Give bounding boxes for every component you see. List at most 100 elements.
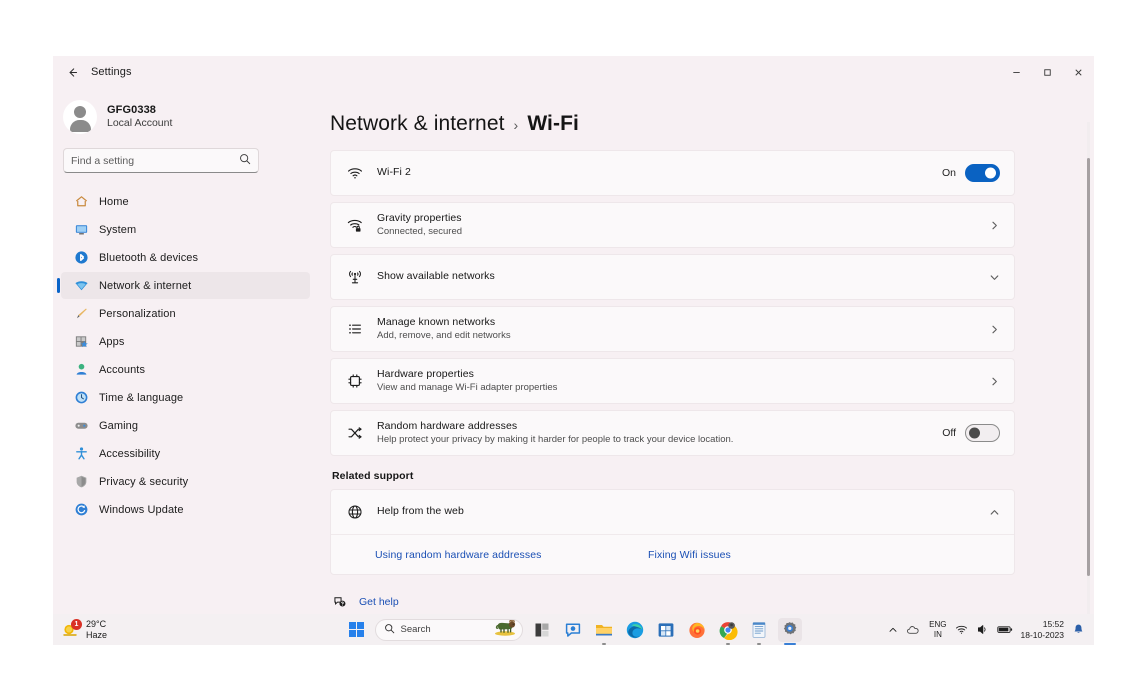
random-hardware-state: Off	[942, 427, 956, 439]
sun-haze-icon: 1	[61, 621, 79, 639]
sidebar-item-personalization[interactable]: Personalization	[61, 300, 310, 327]
account-block[interactable]: GFG0338 Local Account	[53, 92, 310, 142]
system-tray: ENG IN	[888, 619, 1094, 640]
taskbar-search-box[interactable]: Search	[375, 619, 523, 641]
microsoft-store-button[interactable]	[654, 618, 678, 642]
edge-icon	[625, 620, 645, 640]
help-link-random-hardware[interactable]: Using random hardware addresses	[375, 549, 648, 561]
running-indicator	[602, 643, 606, 645]
chevron-right-icon[interactable]	[988, 375, 1000, 387]
toggle-knob	[969, 428, 980, 439]
random-hardware-toggle[interactable]	[965, 424, 1000, 442]
start-button[interactable]	[346, 619, 368, 641]
globe-icon	[346, 503, 364, 521]
window-controls	[1001, 56, 1094, 88]
gravity-properties-text: Gravity properties Connected, secured	[377, 212, 975, 239]
sidebar-item-label: Accessibility	[99, 448, 160, 460]
weather-widget[interactable]: 1 29°C Haze	[53, 619, 213, 641]
maximize-button[interactable]	[1032, 56, 1063, 88]
gaming-icon	[73, 417, 90, 434]
file-explorer-button[interactable]	[592, 618, 616, 642]
back-button[interactable]	[57, 59, 87, 85]
known-networks-subtitle: Add, remove, and edit networks	[377, 330, 975, 342]
help-from-web-card: Help from the web	[330, 489, 1015, 575]
tray-wifi-button[interactable]	[955, 623, 968, 636]
desktop: Settings	[0, 0, 1147, 700]
known-networks-card: Manage known networks Add, remove, and e…	[330, 306, 1015, 352]
help-from-web-action	[988, 506, 1000, 518]
known-networks-text: Manage known networks Add, remove, and e…	[377, 316, 975, 343]
window-title: Settings	[91, 66, 132, 78]
sidebar-item-time-language[interactable]: Time & language	[61, 384, 310, 411]
sidebar-item-accounts[interactable]: Accounts	[61, 356, 310, 383]
help-from-web-row[interactable]: Help from the web	[331, 490, 1014, 534]
sidebar-item-bluetooth-devices[interactable]: Bluetooth & devices	[61, 244, 310, 271]
wifi-toggle-switch[interactable]	[965, 164, 1000, 182]
random-hardware-text: Random hardware addresses Help protect y…	[377, 420, 929, 447]
settings-window: Settings	[53, 56, 1094, 614]
sidebar-item-network-internet[interactable]: Network & internet	[61, 272, 310, 299]
tray-volume-button[interactable]	[976, 623, 989, 636]
window-body: GFG0338 Local Account	[53, 88, 1094, 614]
chevron-down-icon[interactable]	[988, 271, 1000, 283]
hardware-properties-row[interactable]: Hardware properties View and manage Wi-F…	[331, 359, 1014, 403]
close-button[interactable]	[1063, 56, 1094, 88]
sidebar-item-label: Windows Update	[99, 504, 184, 516]
edge-button[interactable]	[623, 618, 647, 642]
notification-button[interactable]	[1072, 623, 1085, 636]
language-indicator[interactable]: ENG IN	[929, 620, 946, 638]
chat-icon	[564, 621, 582, 639]
notepad-button[interactable]	[747, 618, 771, 642]
breadcrumb-current: Wi-Fi	[527, 112, 579, 136]
sidebar-item-label: Time & language	[99, 392, 183, 404]
sidebar-item-apps[interactable]: Apps	[61, 328, 310, 355]
chevron-right-icon[interactable]	[988, 323, 1000, 335]
gravity-properties-row[interactable]: Gravity properties Connected, secured	[331, 203, 1014, 247]
sidebar-item-label: Network & internet	[99, 280, 191, 292]
sidebar-item-privacy-security[interactable]: Privacy & security	[61, 468, 310, 495]
search-input[interactable]	[71, 155, 239, 167]
help-from-web-links: Using random hardware addresses Fixing W…	[331, 534, 1014, 574]
chevron-up-icon[interactable]	[988, 506, 1000, 518]
sidebar-item-windows-update[interactable]: Windows Update	[61, 496, 310, 523]
sidebar-item-accessibility[interactable]: Accessibility	[61, 440, 310, 467]
wifi-toggle-control: On	[942, 164, 1000, 182]
widgets-button[interactable]	[530, 618, 554, 642]
maximize-icon	[1042, 67, 1053, 78]
search-setting-box[interactable]	[63, 148, 259, 173]
clock-date: 18-10-2023	[1021, 630, 1064, 641]
wifi-toggle-row[interactable]: Wi-Fi 2 On	[331, 151, 1014, 195]
gravity-properties-action	[988, 219, 1000, 231]
sidebar-item-label: Gaming	[99, 420, 138, 432]
onedrive-button[interactable]	[906, 624, 921, 636]
get-help-link[interactable]: Get help	[332, 591, 1015, 613]
sidebar-item-system[interactable]: System	[61, 216, 310, 243]
sidebar-item-home[interactable]: Home	[61, 188, 310, 215]
tray-battery-button[interactable]	[997, 624, 1013, 635]
scrollbar-thumb[interactable]	[1087, 158, 1090, 576]
settings-button[interactable]	[778, 618, 802, 642]
chrome-button[interactable]	[716, 618, 740, 642]
home-icon	[73, 193, 90, 210]
content-scrollbar[interactable]	[1087, 122, 1090, 614]
available-networks-row[interactable]: Show available networks	[331, 255, 1014, 299]
tray-expand-button[interactable]	[888, 625, 898, 635]
breadcrumb-parent[interactable]: Network & internet	[330, 112, 505, 136]
known-networks-row[interactable]: Manage known networks Add, remove, and e…	[331, 307, 1014, 351]
minimize-button[interactable]	[1001, 56, 1032, 88]
sidebar-item-gaming[interactable]: Gaming	[61, 412, 310, 439]
avatar	[63, 100, 97, 134]
chat-button[interactable]	[561, 618, 585, 642]
running-indicator	[726, 643, 730, 645]
random-hardware-row[interactable]: Random hardware addresses Help protect y…	[331, 411, 1014, 455]
random-hardware-title: Random hardware addresses	[377, 420, 929, 434]
settings-icon	[780, 620, 799, 639]
help-link-fixing-wifi[interactable]: Fixing Wifi issues	[648, 549, 731, 561]
sidebar-item-label: Apps	[99, 336, 124, 348]
language-primary: ENG	[929, 620, 946, 629]
language-secondary: IN	[929, 630, 946, 639]
firefox-button[interactable]	[685, 618, 709, 642]
settings-cards: Wi-Fi 2 On	[330, 150, 1015, 614]
chevron-right-icon[interactable]	[988, 219, 1000, 231]
clock[interactable]: 15:52 18-10-2023	[1021, 619, 1064, 640]
